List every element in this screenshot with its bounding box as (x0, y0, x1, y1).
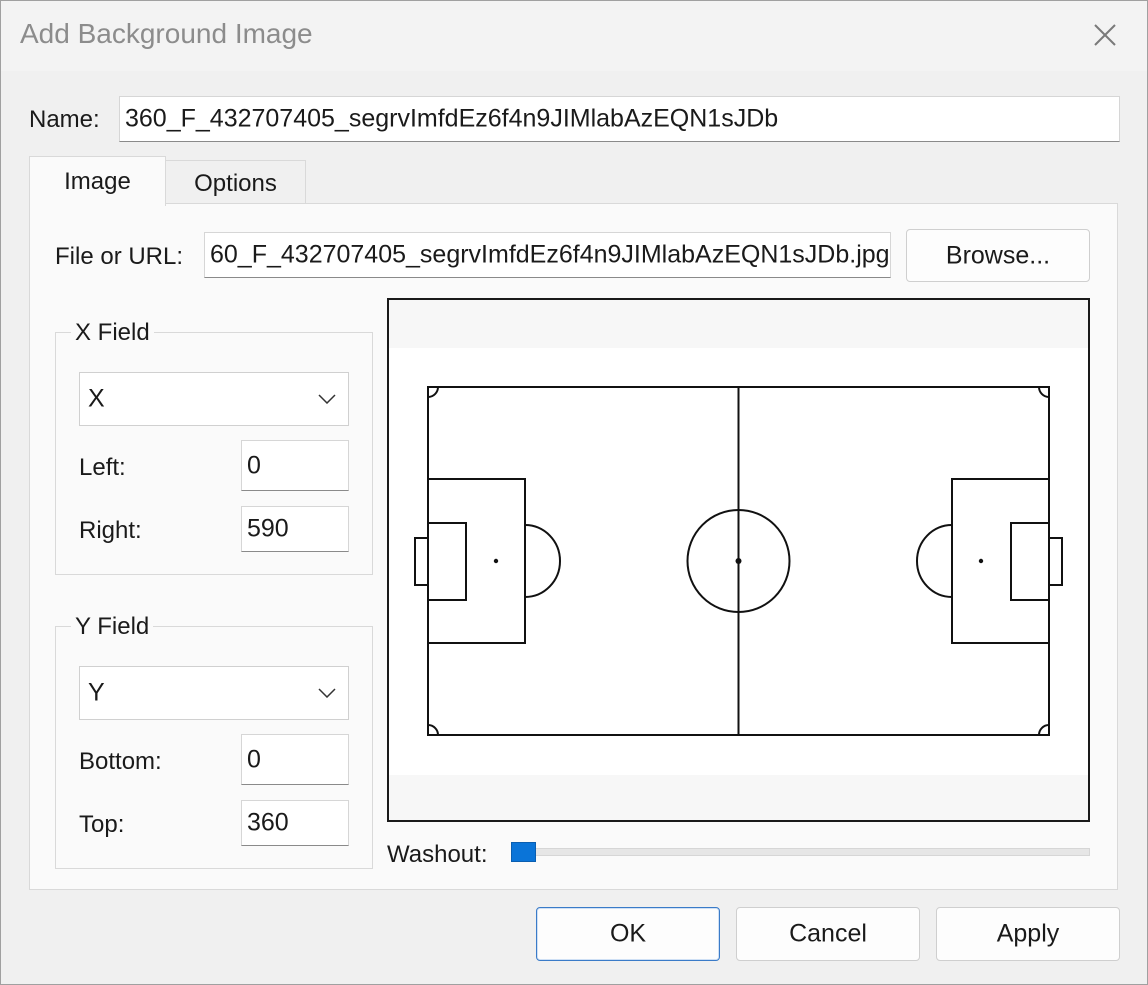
cancel-button[interactable]: Cancel (736, 907, 920, 961)
chevron-down-icon (318, 394, 336, 404)
washout-slider-track[interactable] (513, 848, 1090, 856)
x-field-title: X Field (71, 319, 154, 347)
top-label: Top: (79, 811, 125, 838)
chevron-down-icon (318, 688, 336, 698)
image-preview (387, 298, 1090, 822)
apply-button-label: Apply (996, 919, 1060, 948)
left-label: Left: (79, 454, 126, 481)
x-field-select[interactable]: X (79, 372, 349, 426)
soccer-pitch-image (389, 348, 1088, 775)
y-field-selected: Y (88, 678, 105, 707)
left-value: 0 (247, 451, 261, 479)
y-field-select[interactable]: Y (79, 666, 349, 720)
cancel-button-label: Cancel (789, 919, 867, 948)
bottom-label: Bottom: (79, 748, 162, 775)
right-label: Right: (79, 517, 142, 544)
top-field[interactable]: 360 (241, 800, 349, 846)
browse-button[interactable]: Browse... (906, 229, 1090, 282)
close-icon (1094, 24, 1116, 46)
top-value: 360 (247, 808, 289, 837)
tab-options-label: Options (194, 170, 277, 197)
name-label: Name: (29, 106, 100, 133)
x-field-selected: X (88, 384, 105, 413)
tab-options[interactable]: Options (166, 160, 306, 204)
name-field-value: 360_F_432707405_segrvImfdEz6f4n9JIMlabAz… (125, 104, 779, 133)
bottom-field[interactable]: 0 (241, 734, 349, 785)
bottom-value: 0 (247, 745, 261, 773)
ok-button-label: OK (609, 919, 647, 948)
left-field[interactable]: 0 (241, 440, 349, 491)
washout-slider-thumb[interactable] (511, 842, 536, 862)
washout-label: Washout: (387, 841, 488, 868)
file-url-field[interactable]: 60_F_432707405_segrvImfdEz6f4n9JIMlabAzE… (204, 232, 891, 278)
file-url-value: 60_F_432707405_segrvImfdEz6f4n9JIMlabAzE… (210, 240, 890, 269)
add-background-image-dialog: Add Background Image Name: 360_F_4327074… (0, 0, 1148, 985)
tab-image[interactable]: Image (29, 156, 166, 206)
apply-button[interactable]: Apply (936, 907, 1120, 961)
file-or-url-label: File or URL: (55, 243, 184, 270)
ok-button[interactable]: OK (536, 907, 720, 961)
title-bar: Add Background Image (1, 1, 1147, 71)
right-value: 590 (247, 514, 289, 543)
tab-image-label: Image (64, 168, 131, 195)
dialog-title: Add Background Image (20, 18, 313, 49)
close-button[interactable] (1081, 13, 1129, 57)
y-field-title: Y Field (71, 613, 154, 641)
name-field[interactable]: 360_F_432707405_segrvImfdEz6f4n9JIMlabAz… (119, 96, 1120, 142)
browse-button-label: Browse... (945, 241, 1051, 269)
right-field[interactable]: 590 (241, 506, 349, 552)
